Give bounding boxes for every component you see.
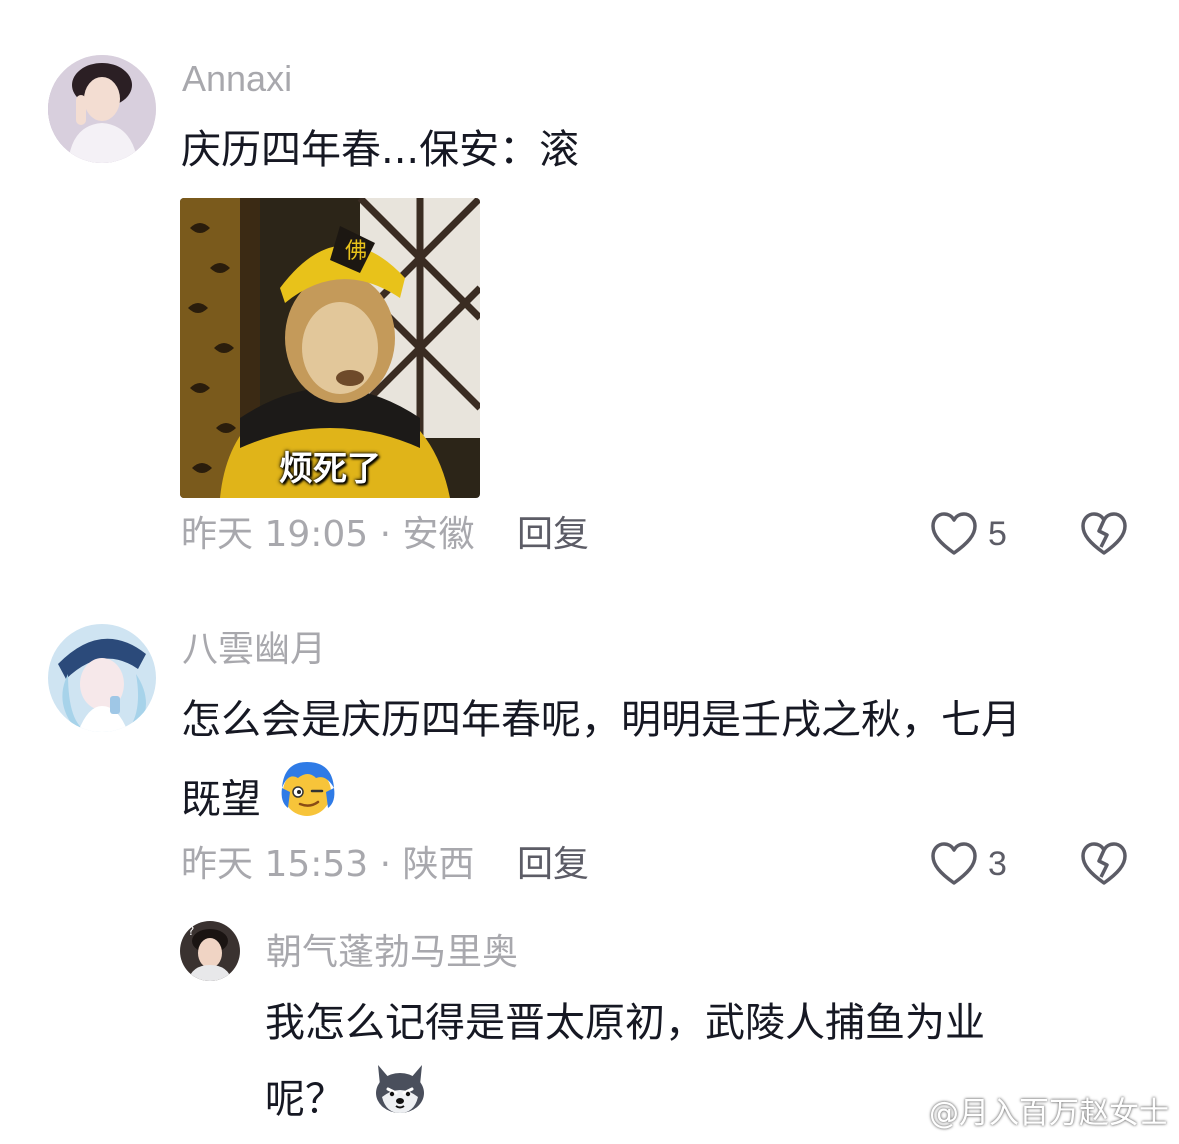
username[interactable]: Annaxi (182, 57, 292, 101)
reply-text-line-2: 呢？ (265, 1059, 430, 1144)
avatar[interactable]: ? (180, 921, 240, 981)
comment-text-line-2: 既望 (181, 758, 338, 845)
dislike-button[interactable] (1080, 841, 1128, 891)
comment-text-line-1: 怎么会是庆历四年春呢，明明是壬戌之秋，七月 (181, 697, 1021, 743)
reply-text-line-1: 我怎么记得是晋太原初，武陵人捕鱼为业 (265, 1000, 985, 1046)
like-count: 5 (988, 514, 1007, 553)
comment-text: 庆历四年春...保安：滚 (181, 127, 580, 173)
reply-text-line-2-text: 呢？ (265, 1076, 345, 1123)
avatar[interactable] (48, 624, 156, 732)
husky-dog-emoji (370, 1059, 430, 1144)
avatar-image (48, 55, 156, 163)
avatar-image (48, 624, 156, 732)
smirk-face-emoji (276, 758, 338, 845)
like-button[interactable]: 5 (930, 511, 1007, 557)
comment-timestamp-location: 昨天 19:05 · 安徽 (181, 514, 475, 555)
username[interactable]: 朝气蓬勃马里奥 (266, 931, 518, 975)
comment-item: Annaxi 庆历四年春...保安：滚 佛 烦死了 昨天 19:05 · 安徽 … (0, 0, 1179, 590)
heart-icon (931, 512, 977, 555)
reply-button[interactable]: 回复 (517, 843, 589, 887)
reply-button[interactable]: 回复 (517, 513, 589, 557)
avatar-image: ? (180, 921, 240, 981)
heart-icon (931, 842, 977, 885)
avatar[interactable] (48, 55, 156, 163)
comment-text-line-2-text: 既望 (181, 776, 261, 823)
svg-text:?: ? (188, 924, 194, 938)
username[interactable]: 八雲幽月 (182, 628, 326, 672)
comment-timestamp-location: 昨天 15:53 · 陕西 (181, 844, 475, 885)
svg-text:佛: 佛 (345, 239, 367, 264)
like-count: 3 (988, 844, 1007, 883)
watermark-text: @月入百万赵女士 (929, 1096, 1169, 1131)
meme-caption: 烦死了 (279, 449, 381, 489)
weibo-logo-icon (882, 1096, 923, 1127)
meme-image[interactable]: 佛 烦死了 (180, 198, 480, 498)
dislike-button[interactable] (1080, 511, 1128, 561)
broken-heart-icon (1081, 842, 1127, 885)
comment-item: 八雲幽月 怎么会是庆历四年春呢，明明是壬戌之秋，七月 既望 昨天 15:53 ·… (0, 600, 1179, 900)
broken-heart-icon (1081, 512, 1127, 555)
like-button[interactable]: 3 (930, 841, 1007, 887)
watermark: @月入百万赵女士 (881, 1088, 1169, 1132)
